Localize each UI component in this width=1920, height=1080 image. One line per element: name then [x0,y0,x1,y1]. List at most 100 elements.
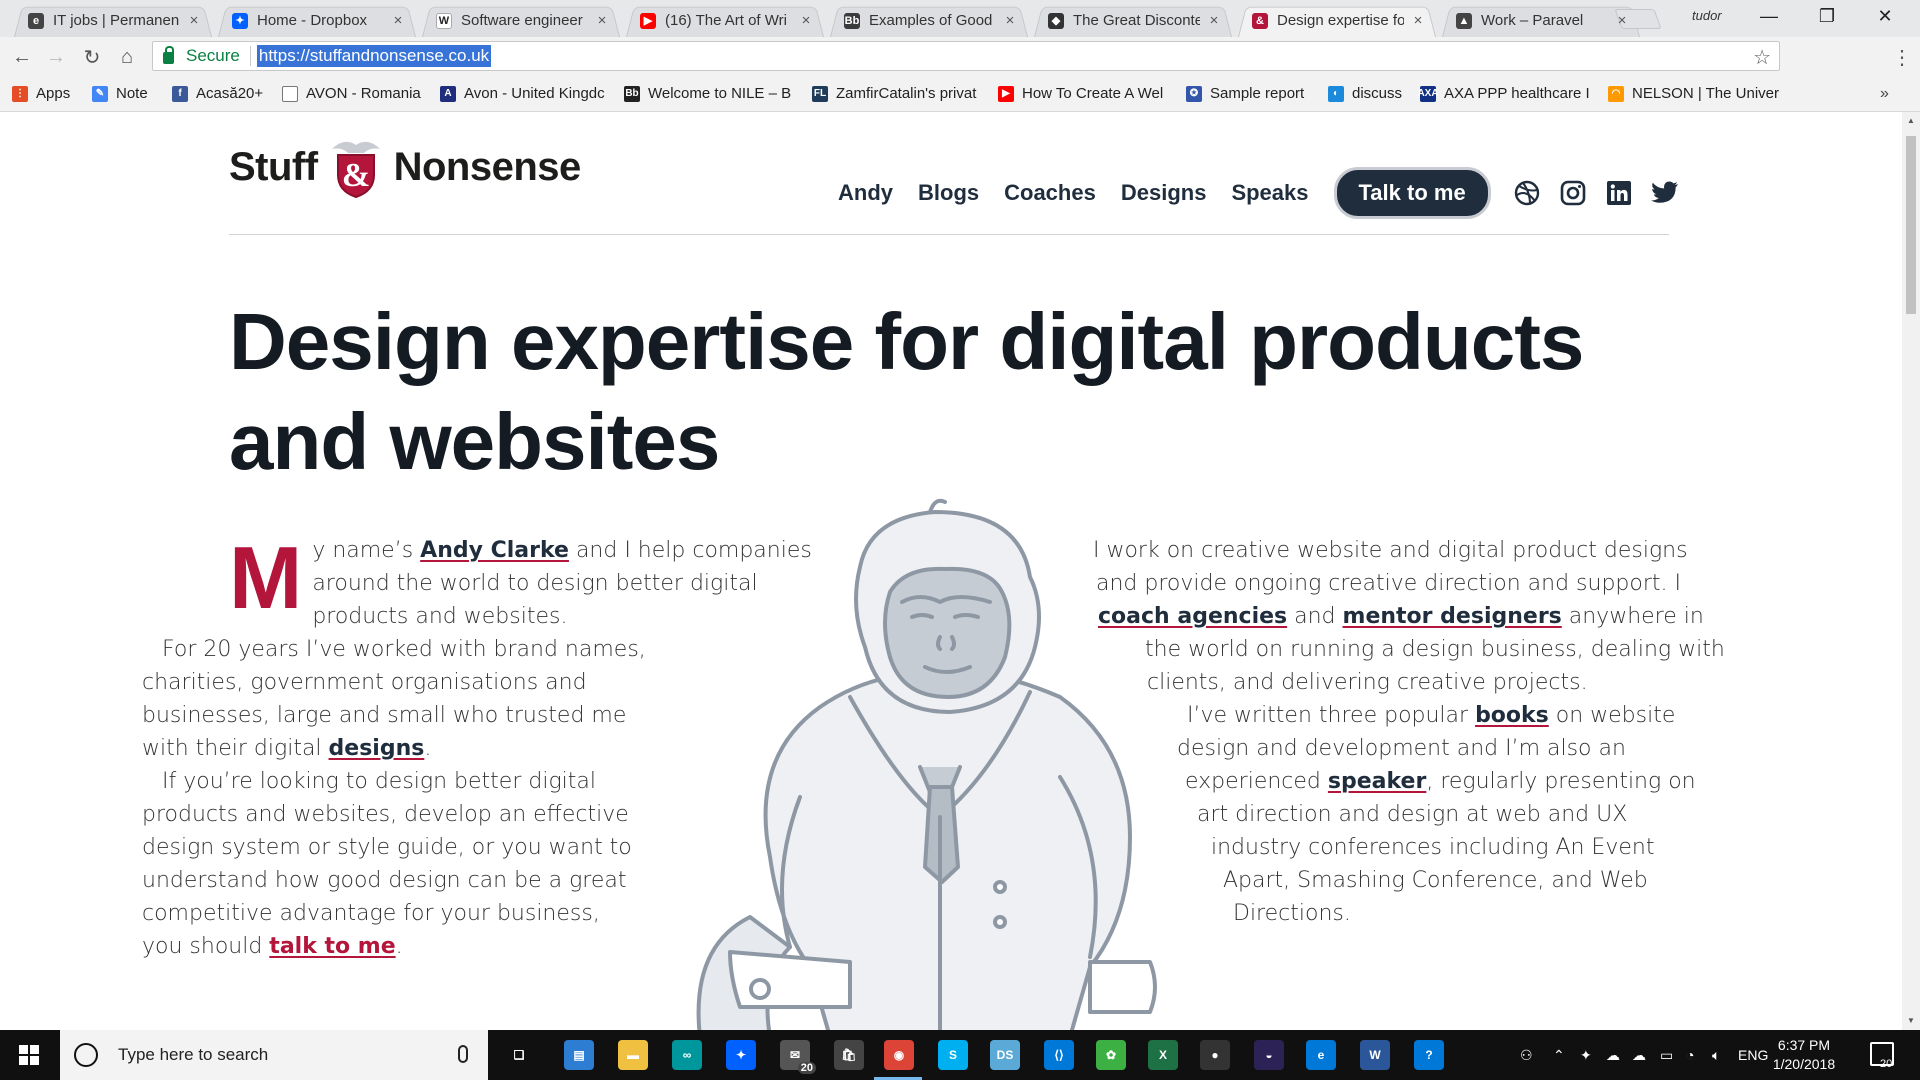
tab-close-icon[interactable]: × [186,12,202,29]
bookmarks-bar: » ⋮ Apps ✎ Note f Acasă20+ AVON - Romania A Avon… [0,76,1920,112]
eclipse-icon[interactable]: ◒ [1254,1040,1284,1070]
people-icon[interactable]: ⚇ [1520,1030,1533,1080]
nav-coaches[interactable]: Coaches [1004,180,1096,206]
sourcetree-icon[interactable]: ✿ [1096,1040,1126,1070]
stuffandnonsense-favicon-icon: & [1252,12,1268,29]
tab-close-icon[interactable]: × [594,12,610,29]
medium-favicon-icon: ◆ [1048,12,1064,29]
nav-blogs[interactable]: Blogs [918,180,979,206]
tab-close-icon[interactable]: × [798,12,814,29]
skype-icon[interactable]: S [938,1040,968,1070]
taskbar-clock[interactable]: 6:37 PM 1/20/2018 [1760,1036,1848,1074]
task-view-icon[interactable]: ❑ [504,1040,534,1070]
scroll-down-arrow-icon[interactable]: ▼ [1907,1016,1915,1025]
browser-tab[interactable]: W Software engineer × [422,4,620,38]
arduino-icon[interactable]: ∞ [672,1040,702,1070]
bookmark-item[interactable]: Bb Welcome to NILE – B [624,85,791,102]
mail-icon[interactable]: ✉ 20 [780,1040,816,1074]
cortana-icon [74,1043,98,1067]
bookmark-item[interactable]: ◠ NELSON | The Univer [1608,85,1779,102]
battery-icon[interactable]: ▭ [1660,1030,1673,1080]
text-line: Apart, Smashing Conference, and Web [1223,868,1648,893]
dribbble-icon[interactable] [1513,179,1541,207]
talk-to-me-link[interactable]: talk to me [269,934,395,959]
taskbar-search-box[interactable]: Type here to search [60,1030,488,1080]
reload-icon[interactable]: ↻ [80,45,104,69]
bookmark-star-icon[interactable]: ☆ [1753,45,1771,70]
andy-clarke-link[interactable]: Andy Clarke [420,538,569,563]
bookmark-item[interactable]: ⋮ Apps [12,85,70,102]
onedrive-personal-icon[interactable]: ☁ [1632,1030,1646,1080]
scroll-up-arrow-icon[interactable]: ▲ [1907,116,1915,125]
nav-designs[interactable]: Designs [1121,180,1207,206]
nav-andy[interactable]: Andy [838,180,893,206]
menu-kebab-icon[interactable]: ⋮ [1892,45,1912,70]
talk-to-me-button[interactable]: Talk to me [1333,167,1491,219]
page-scrollbar[interactable]: ▲ ▼ [1902,112,1920,1030]
back-arrow-icon[interactable]: ← [10,45,34,69]
coach-agencies-link[interactable]: coach agencies [1098,604,1287,629]
twitter-icon[interactable] [1650,179,1679,207]
help-icon[interactable]: ? [1414,1040,1444,1070]
edge-icon[interactable]: e [1306,1040,1336,1070]
bookmark-item[interactable]: AVON - Romania [282,85,421,102]
url-text[interactable]: https://stuffandnonsense.co.uk [256,45,492,67]
text-span: , regularly presenting on [1426,769,1696,794]
bookmark-item[interactable]: ✪ Sample report [1186,85,1304,102]
tab-close-icon[interactable]: × [1614,12,1630,29]
tab-close-icon[interactable]: × [1410,12,1426,29]
github-icon[interactable]: ● [1200,1040,1230,1070]
microphone-icon[interactable] [458,1045,468,1063]
instagram-icon[interactable] [1559,179,1587,207]
excel-icon[interactable]: X [1148,1040,1178,1070]
tab-close-icon[interactable]: × [1002,12,1018,29]
wifi-icon[interactable]: ◔ [1686,1030,1694,1080]
speaker-link[interactable]: speaker [1328,769,1426,794]
linkedin-icon[interactable] [1605,179,1633,207]
file-explorer-icon[interactable]: ▬ [618,1040,648,1070]
word-icon[interactable]: W [1360,1040,1390,1070]
books-link[interactable]: books [1475,703,1549,728]
browser-tab[interactable]: & Design expertise fo × [1238,4,1436,38]
mentor-designers-link[interactable]: mentor designers [1343,604,1562,629]
chrome-icon[interactable]: ◉ [884,1040,914,1070]
windows-start-icon[interactable] [0,1030,58,1080]
tab-close-icon[interactable]: × [390,12,406,29]
dropbox-app-icon[interactable]: ✦ [726,1040,756,1070]
bookmark-item[interactable]: ◐ discuss [1328,85,1402,102]
bookmark-item[interactable]: f Acasă20+ [172,85,263,102]
address-bar[interactable]: Secure https://stuffandnonsense.co.uk ☆ [152,41,1780,71]
dropbox-tray-icon[interactable]: ✦ [1580,1030,1592,1080]
close-window-icon[interactable]: ✕ [1862,0,1908,32]
designs-link[interactable]: designs [329,736,425,761]
bookmarks-overflow-icon[interactable]: » [1880,85,1889,103]
nav-speaks[interactable]: Speaks [1231,180,1308,206]
profile-name[interactable]: tudor [1692,8,1722,23]
browser-tab[interactable]: e IT jobs | Permanen × [14,4,212,38]
headline-line-1: Design expertise for digital products [229,297,1584,386]
restore-icon[interactable]: ❐ [1804,0,1850,32]
browser-tab[interactable]: ▲ Work – Paravel × [1442,4,1640,38]
site-logo[interactable]: Stuff & Nonsense [229,135,581,199]
tab-close-icon[interactable]: × [1206,12,1222,29]
sublime-icon[interactable]: DS [990,1040,1020,1070]
volume-icon[interactable]: 🔈︎ [1712,1030,1720,1080]
bookmark-item[interactable]: ▶ How To Create A Wel [998,85,1163,102]
browser-tab[interactable]: ◆ The Great Disconte × [1034,4,1232,38]
bookmark-item[interactable]: FL ZamfirCatalin's privat [812,85,976,102]
onedrive-icon[interactable]: ☁ [1606,1030,1620,1080]
network-app-icon[interactable]: ▤ [564,1040,594,1070]
minimize-icon[interactable]: — [1746,0,1792,32]
forward-arrow-icon[interactable]: → [44,45,68,69]
browser-tab[interactable]: ▶ (16) The Art of Wri × [626,4,824,38]
tray-chevron-icon[interactable]: ⌃ [1553,1030,1565,1080]
vscode-icon[interactable]: ⟨⟩ [1044,1040,1074,1070]
store-icon[interactable]: 🛍︎ [834,1040,864,1070]
browser-tab[interactable]: Bb Examples of Good × [830,4,1028,38]
bookmark-item[interactable]: AXA AXA PPP healthcare I [1417,85,1589,102]
browser-tab[interactable]: ✦ Home - Dropbox × [218,4,416,38]
home-icon[interactable]: ⌂ [115,45,139,69]
scrollbar-thumb[interactable] [1906,136,1916,314]
bookmark-item[interactable]: ✎ Note [92,85,148,102]
bookmark-item[interactable]: A Avon - United Kingdc [440,85,605,102]
